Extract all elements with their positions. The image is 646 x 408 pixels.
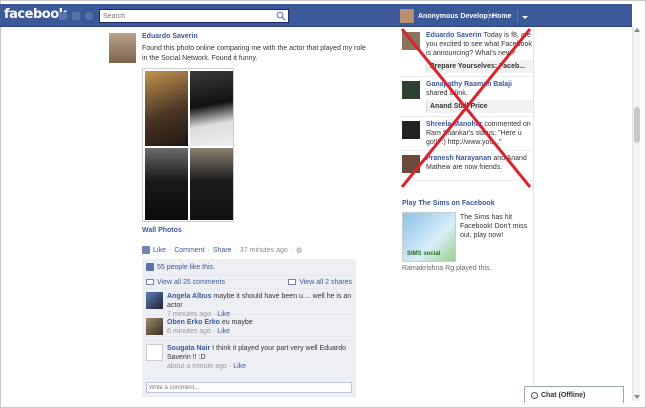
ticker-actor[interactable]: Pranesh Narayanan (426, 155, 491, 162)
ticker-item[interactable]: Ganapathy Raaman Balaji shared a link. A… (400, 77, 533, 117)
page-scrollbar[interactable] (632, 27, 640, 401)
commenter-avatar[interactable] (146, 318, 163, 335)
chat-bar[interactable]: Chat (Offline) (524, 386, 624, 403)
post-author-avatar[interactable] (109, 33, 136, 63)
photo-quadrant (190, 148, 233, 220)
ticker-actor[interactable]: Eduardo Saverin (426, 32, 482, 39)
sponsored-ad: Play The Sims on Facebook SIMS social Th… (402, 200, 532, 272)
commenter-name[interactable]: Oben Erko Erko (167, 319, 220, 326)
comment-like-link[interactable]: Like (233, 363, 246, 370)
write-comment-row (142, 379, 356, 397)
home-link[interactable]: Home (492, 13, 511, 20)
ad-title[interactable]: Play The Sims on Facebook (402, 200, 532, 207)
comment-bubble-icon (146, 279, 154, 285)
ticker-actor[interactable]: Ganapathy Raaman Balaji (426, 81, 512, 88)
separator-dot: · (207, 246, 210, 254)
globe-icon: ◍ (296, 247, 303, 254)
top-navigation-bar: facebook Anonymous Developer Home (0, 4, 632, 27)
comment-input[interactable] (146, 382, 352, 393)
commenter-name[interactable]: Angela Albus (167, 293, 211, 300)
comment-time[interactable]: about a minute ago (167, 363, 227, 370)
facebook-logo[interactable]: facebook (4, 7, 67, 22)
commenter-name[interactable]: Sougata Nair (167, 345, 210, 352)
scroll-up-arrow-icon[interactable] (634, 28, 640, 32)
ticker-avatar (402, 81, 420, 99)
friend-requests-icon[interactable] (59, 12, 67, 20)
separator-dot: · (234, 246, 237, 254)
photo-quadrant (145, 71, 188, 146)
facebook-app-icon (142, 246, 150, 254)
ad-social-context: Ramakrishna Rg played this. (402, 265, 492, 272)
nav-divider (517, 10, 518, 22)
ad-body: The Sims has hit Facebook! Don't miss ou… (460, 214, 528, 239)
ticker-actor[interactable]: Shreela Manohar (426, 121, 482, 128)
view-all-comments-link[interactable]: View all 25 comments (146, 279, 225, 286)
chat-status-icon (531, 391, 538, 399)
comments-panel: 55 people like this. View all 25 comment… (142, 259, 356, 397)
comment-item: Sougata Nair I think it played your part… (142, 341, 356, 379)
comment-item: Angela Albus maybe it should have been u… (142, 289, 356, 318)
share-link[interactable]: Share (213, 247, 232, 254)
nav-divider (488, 10, 489, 22)
separator-dot: · (168, 246, 172, 254)
like-link[interactable]: Like (153, 247, 166, 254)
scroll-down-arrow-icon[interactable] (634, 395, 640, 399)
search-icon[interactable] (276, 11, 286, 21)
ticker-item[interactable]: Pranesh Narayanan and Anand Mathew are n… (400, 151, 533, 181)
view-all-shares-link[interactable]: View all 2 shares (288, 279, 352, 286)
photo-quadrant (145, 148, 188, 220)
separator-dot: · (228, 363, 232, 370)
post-photo[interactable] (142, 68, 234, 222)
comment-text: eu maybe (221, 319, 253, 326)
likes-count[interactable]: 55 people like this. (157, 264, 215, 271)
ticker-avatar (402, 121, 420, 139)
ticker-text: shared a link. (426, 90, 468, 97)
ticker-item[interactable]: Shreela Manohar commented on Ram Shankar… (400, 117, 533, 151)
comment-link[interactable]: Comment (174, 247, 204, 254)
separator-dot: · (212, 328, 216, 335)
news-ticker: Eduardo Saverin Today is f8, are you exc… (400, 28, 533, 181)
notifications-icon[interactable] (85, 12, 93, 20)
likes-row: 55 people like this. (142, 259, 356, 276)
post-message: Found this photo online comparing me wit… (142, 45, 366, 62)
messages-icon[interactable] (72, 12, 80, 20)
ticker-attachment[interactable]: Anand Stall Price (426, 100, 533, 113)
ticker-attachment[interactable]: Prepare Yourselves: Faceb... (426, 60, 533, 73)
user-name: Anonymous Developer (418, 12, 495, 20)
photo-quadrant (190, 71, 233, 146)
view-comments-label: View all 25 comments (157, 278, 225, 286)
commenter-avatar[interactable] (146, 292, 163, 309)
separator-dot: · (290, 246, 294, 254)
view-shares-label: View all 2 shares (299, 278, 352, 286)
search-input[interactable] (100, 10, 270, 22)
share-icon (288, 279, 297, 285)
user-profile-link[interactable]: Anonymous Developer (400, 8, 494, 24)
account-menu-chevron-down-icon[interactable] (522, 16, 528, 19)
ticker-avatar (402, 155, 420, 173)
comment-item: Oben Erko Erko eu maybe 6 minutes ago · … (142, 315, 356, 341)
view-all-row: View all 25 comments View all 2 shares (142, 276, 356, 289)
thumbs-up-icon (146, 263, 154, 271)
column-divider (533, 27, 534, 387)
search-box (99, 9, 289, 23)
ad-image-caption: SIMS social (407, 251, 441, 257)
ad-image[interactable]: SIMS social (402, 212, 456, 262)
ticker-avatar (402, 32, 420, 50)
chat-label: Chat (Offline) (541, 391, 586, 399)
commenter-avatar[interactable] (146, 344, 163, 361)
post-timestamp[interactable]: 37 minutes ago (240, 247, 288, 254)
post-actions: Like · Comment · Share · 37 minutes ago … (142, 246, 302, 254)
comment-like-link[interactable]: Like (217, 328, 230, 335)
ticker-item[interactable]: Eduardo Saverin Today is f8, are you exc… (400, 28, 533, 77)
scrollbar-thumb[interactable] (634, 107, 640, 143)
avatar (400, 9, 414, 23)
comment-time[interactable]: 6 minutes ago (167, 328, 211, 335)
album-link[interactable]: Wall Photos (142, 227, 182, 234)
post-author-name[interactable]: Eduardo Saverin (142, 33, 198, 40)
